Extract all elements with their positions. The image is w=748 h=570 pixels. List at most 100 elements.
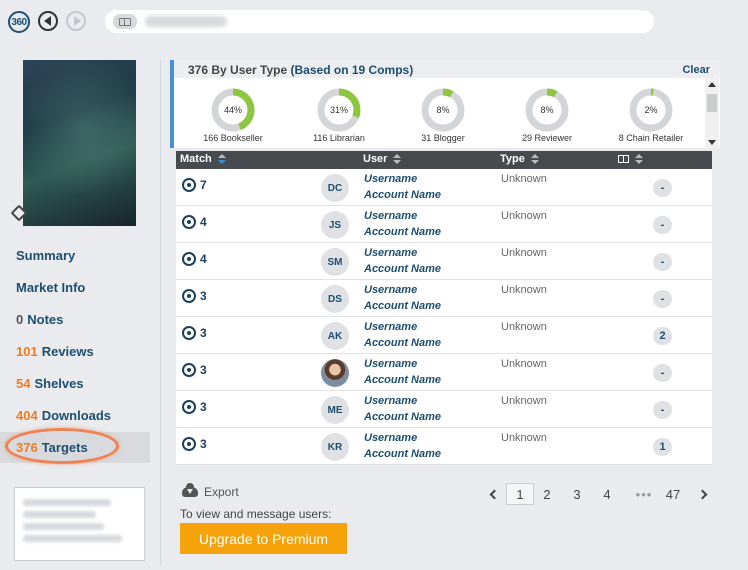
message-count-badge[interactable]: - xyxy=(653,179,672,197)
table-header: Match User Type xyxy=(176,151,712,169)
donut-chart[interactable]: 44% xyxy=(210,87,256,133)
message-count-badge[interactable]: 2 xyxy=(653,327,672,345)
sort-icon[interactable] xyxy=(393,154,402,164)
donut-chart[interactable]: 2% xyxy=(628,87,674,133)
sort-icon[interactable] xyxy=(530,154,539,164)
next-page-button[interactable] xyxy=(696,483,708,505)
sidebar-item-label: Reviews xyxy=(41,344,94,359)
match-target-icon[interactable] xyxy=(182,437,196,451)
table-row[interactable]: 3 KR Username Account Name Unknown 1 xyxy=(176,428,712,465)
sidebar-item-summary[interactable]: Summary xyxy=(0,240,150,271)
donut-label[interactable]: 166 Bookseller xyxy=(178,133,288,143)
message-count-badge[interactable]: - xyxy=(653,253,672,271)
page-2-button[interactable]: 2 xyxy=(538,483,556,505)
table-row[interactable]: 3 ME Username Account Name Unknown - xyxy=(176,391,712,428)
account-name-link[interactable]: Account Name xyxy=(364,448,441,460)
scroll-thumb[interactable] xyxy=(707,94,717,112)
account-name-link[interactable]: Account Name xyxy=(364,411,441,423)
table-row[interactable]: 3 Username Account Name Unknown - xyxy=(176,354,712,391)
upgrade-to-premium-button[interactable]: Upgrade to Premium xyxy=(180,523,347,554)
avatar[interactable]: KR xyxy=(321,433,349,461)
donut-label[interactable]: 8 Chain Retailer xyxy=(596,133,706,143)
redacted-line xyxy=(23,499,112,506)
page-47-button[interactable]: 47 xyxy=(662,483,684,505)
username-link[interactable]: Username xyxy=(364,358,417,370)
user-type: Unknown xyxy=(501,432,547,444)
page-3-button[interactable]: 3 xyxy=(568,483,586,505)
sidebar-item-notes[interactable]: 0 Notes xyxy=(0,304,150,335)
match-target-icon[interactable] xyxy=(182,289,196,303)
previous-page-button[interactable] xyxy=(488,483,500,505)
redacted-line xyxy=(23,511,97,518)
account-name-link[interactable]: Account Name xyxy=(364,374,441,386)
card-scrollbar[interactable] xyxy=(705,78,719,148)
sidebar-item-reviews[interactable]: 101 Reviews xyxy=(0,336,150,367)
account-name-link[interactable]: Account Name xyxy=(364,263,441,275)
donut-label[interactable]: 31 Blogger xyxy=(388,133,498,143)
title-search-bar[interactable] xyxy=(105,10,654,33)
username-link[interactable]: Username xyxy=(364,284,417,296)
match-target-icon[interactable] xyxy=(182,363,196,377)
sidebar-item-downloads[interactable]: 404 Downloads xyxy=(0,400,150,431)
table-row[interactable]: 4 SM Username Account Name Unknown - xyxy=(176,243,712,280)
app-logo-360[interactable]: 360 xyxy=(8,11,30,33)
username-link[interactable]: Username xyxy=(364,247,417,259)
account-name-link[interactable]: Account Name xyxy=(364,226,441,238)
column-header-match[interactable]: Match xyxy=(180,153,226,165)
scroll-up-icon[interactable] xyxy=(708,82,716,87)
donut-chart[interactable]: 31% xyxy=(316,87,362,133)
match-target-icon[interactable] xyxy=(182,252,196,266)
message-count-badge[interactable]: 1 xyxy=(653,438,672,456)
match-target-icon[interactable] xyxy=(182,400,196,414)
sidebar-item-market-info[interactable]: Market Info xyxy=(0,272,150,303)
avatar[interactable]: DS xyxy=(321,285,349,313)
avatar[interactable]: AK xyxy=(321,322,349,350)
user-type: Unknown xyxy=(501,210,547,222)
username-link[interactable]: Username xyxy=(364,432,417,444)
avatar[interactable] xyxy=(321,359,349,387)
message-count-badge[interactable]: - xyxy=(653,401,672,419)
match-target-icon[interactable] xyxy=(182,178,196,192)
table-row[interactable]: 4 JS Username Account Name Unknown - xyxy=(176,206,712,243)
donut-chart[interactable]: 8% xyxy=(420,87,466,133)
column-header-user[interactable]: User xyxy=(363,153,402,165)
sidebar-item-shelves[interactable]: 54 Shelves xyxy=(0,368,150,399)
scroll-down-icon[interactable] xyxy=(708,140,716,145)
column-header-type[interactable]: Type xyxy=(500,153,539,165)
username-link[interactable]: Username xyxy=(364,173,417,185)
avatar[interactable]: SM xyxy=(321,248,349,276)
match-target-icon[interactable] xyxy=(182,326,196,340)
pagination-ellipsis: ••• xyxy=(635,486,653,502)
username-link[interactable]: Username xyxy=(364,395,417,407)
column-header-messages[interactable] xyxy=(618,154,643,164)
table-row[interactable]: 7 DC Username Account Name Unknown - xyxy=(176,169,712,206)
sort-icon[interactable] xyxy=(635,154,643,164)
account-name-link[interactable]: Account Name xyxy=(364,300,441,312)
sidebar-item-count: 404 xyxy=(16,408,38,423)
message-count-badge[interactable]: - xyxy=(653,290,672,308)
avatar[interactable]: ME xyxy=(321,396,349,424)
username-link[interactable]: Username xyxy=(364,210,417,222)
avatar[interactable]: DC xyxy=(321,174,349,202)
table-row[interactable]: 3 DS Username Account Name Unknown - xyxy=(176,280,712,317)
message-count-badge[interactable]: - xyxy=(653,364,672,382)
account-name-link[interactable]: Account Name xyxy=(364,189,441,201)
back-button[interactable] xyxy=(38,11,58,31)
donut-label[interactable]: 116 Librarian xyxy=(284,133,394,143)
page-4-button[interactable]: 4 xyxy=(598,483,616,505)
donut-chart[interactable]: 8% xyxy=(524,87,570,133)
account-name-link[interactable]: Account Name xyxy=(364,337,441,349)
cloud-download-icon xyxy=(182,483,198,497)
avatar[interactable]: JS xyxy=(321,211,349,239)
match-target-icon[interactable] xyxy=(182,215,196,229)
username-link[interactable]: Username xyxy=(364,321,417,333)
clear-filter-link[interactable]: Clear xyxy=(682,64,710,76)
donut-label[interactable]: 29 Reviewer xyxy=(492,133,602,143)
sort-icon[interactable] xyxy=(217,154,226,164)
page-1-button[interactable]: 1 xyxy=(506,483,534,505)
message-count-badge[interactable]: - xyxy=(653,216,672,234)
export-button[interactable]: Export xyxy=(182,483,239,499)
forward-button[interactable] xyxy=(66,11,86,31)
table-row[interactable]: 3 AK Username Account Name Unknown 2 xyxy=(176,317,712,354)
book-chip[interactable] xyxy=(113,14,137,29)
